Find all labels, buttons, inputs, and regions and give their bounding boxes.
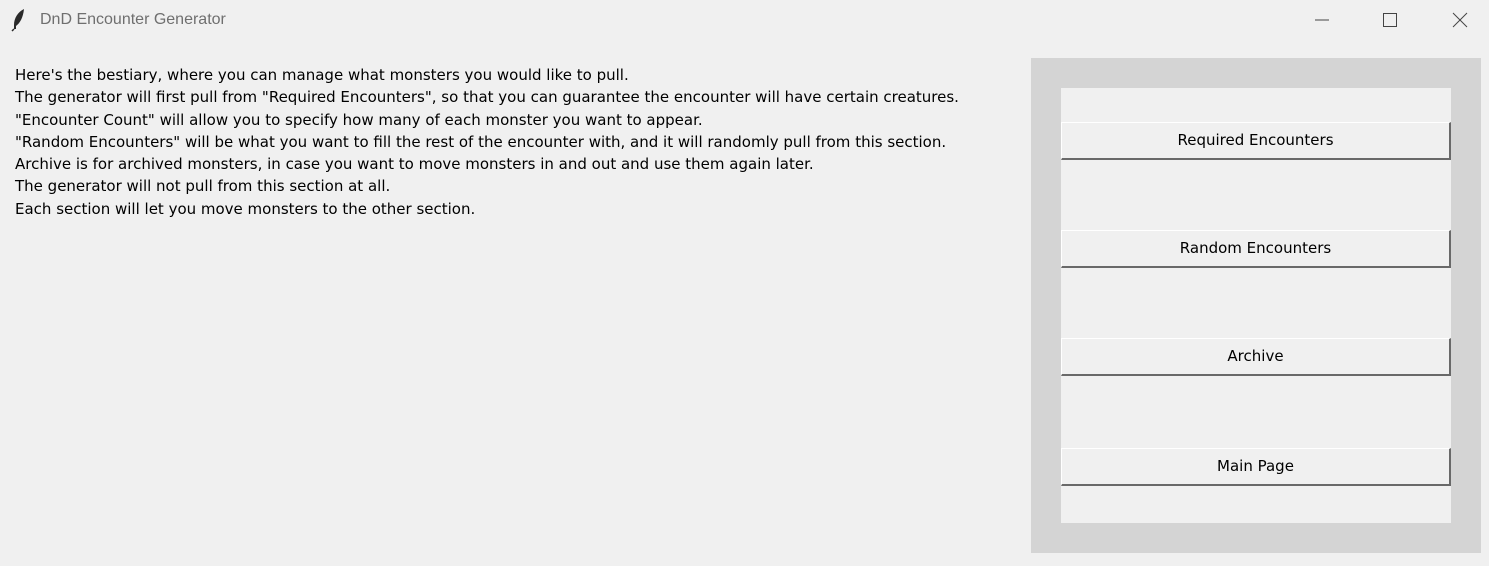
random-encounters-button[interactable]: Random Encounters xyxy=(1061,230,1451,268)
description-line: Archive is for archived monsters, in cas… xyxy=(15,155,814,174)
navigation-panel-inner: Required Encounters Random Encounters Ar… xyxy=(1061,88,1451,523)
close-icon xyxy=(1452,12,1468,28)
description-line: Each section will let you move monsters … xyxy=(15,199,476,218)
description-line: "Random Encounters" will be what you wan… xyxy=(15,132,947,151)
close-button[interactable] xyxy=(1431,0,1489,40)
required-encounters-button[interactable]: Required Encounters xyxy=(1061,122,1451,160)
window-title: DnD Encounter Generator xyxy=(40,11,226,28)
navigation-panel: Required Encounters Random Encounters Ar… xyxy=(1031,58,1481,553)
feather-icon xyxy=(11,8,27,32)
archive-button[interactable]: Archive xyxy=(1061,338,1451,376)
bestiary-description: Here's the bestiary, where you can manag… xyxy=(15,64,1015,220)
app-window: DnD Encounter Generator Here's the besti… xyxy=(0,0,1489,566)
title-bar[interactable]: DnD Encounter Generator xyxy=(0,0,1489,40)
description-line: The generator will not pull from this se… xyxy=(15,177,391,196)
description-line: The generator will first pull from "Requ… xyxy=(15,88,959,107)
content-area: Here's the bestiary, where you can manag… xyxy=(0,40,1489,566)
main-page-button[interactable]: Main Page xyxy=(1061,448,1451,486)
maximize-button[interactable] xyxy=(1361,0,1419,40)
minimize-button[interactable] xyxy=(1293,0,1351,40)
maximize-icon xyxy=(1383,13,1397,27)
description-line: Here's the bestiary, where you can manag… xyxy=(15,66,629,84)
description-line: "Encounter Count" will allow you to spec… xyxy=(15,110,703,129)
minimize-icon xyxy=(1315,19,1329,21)
